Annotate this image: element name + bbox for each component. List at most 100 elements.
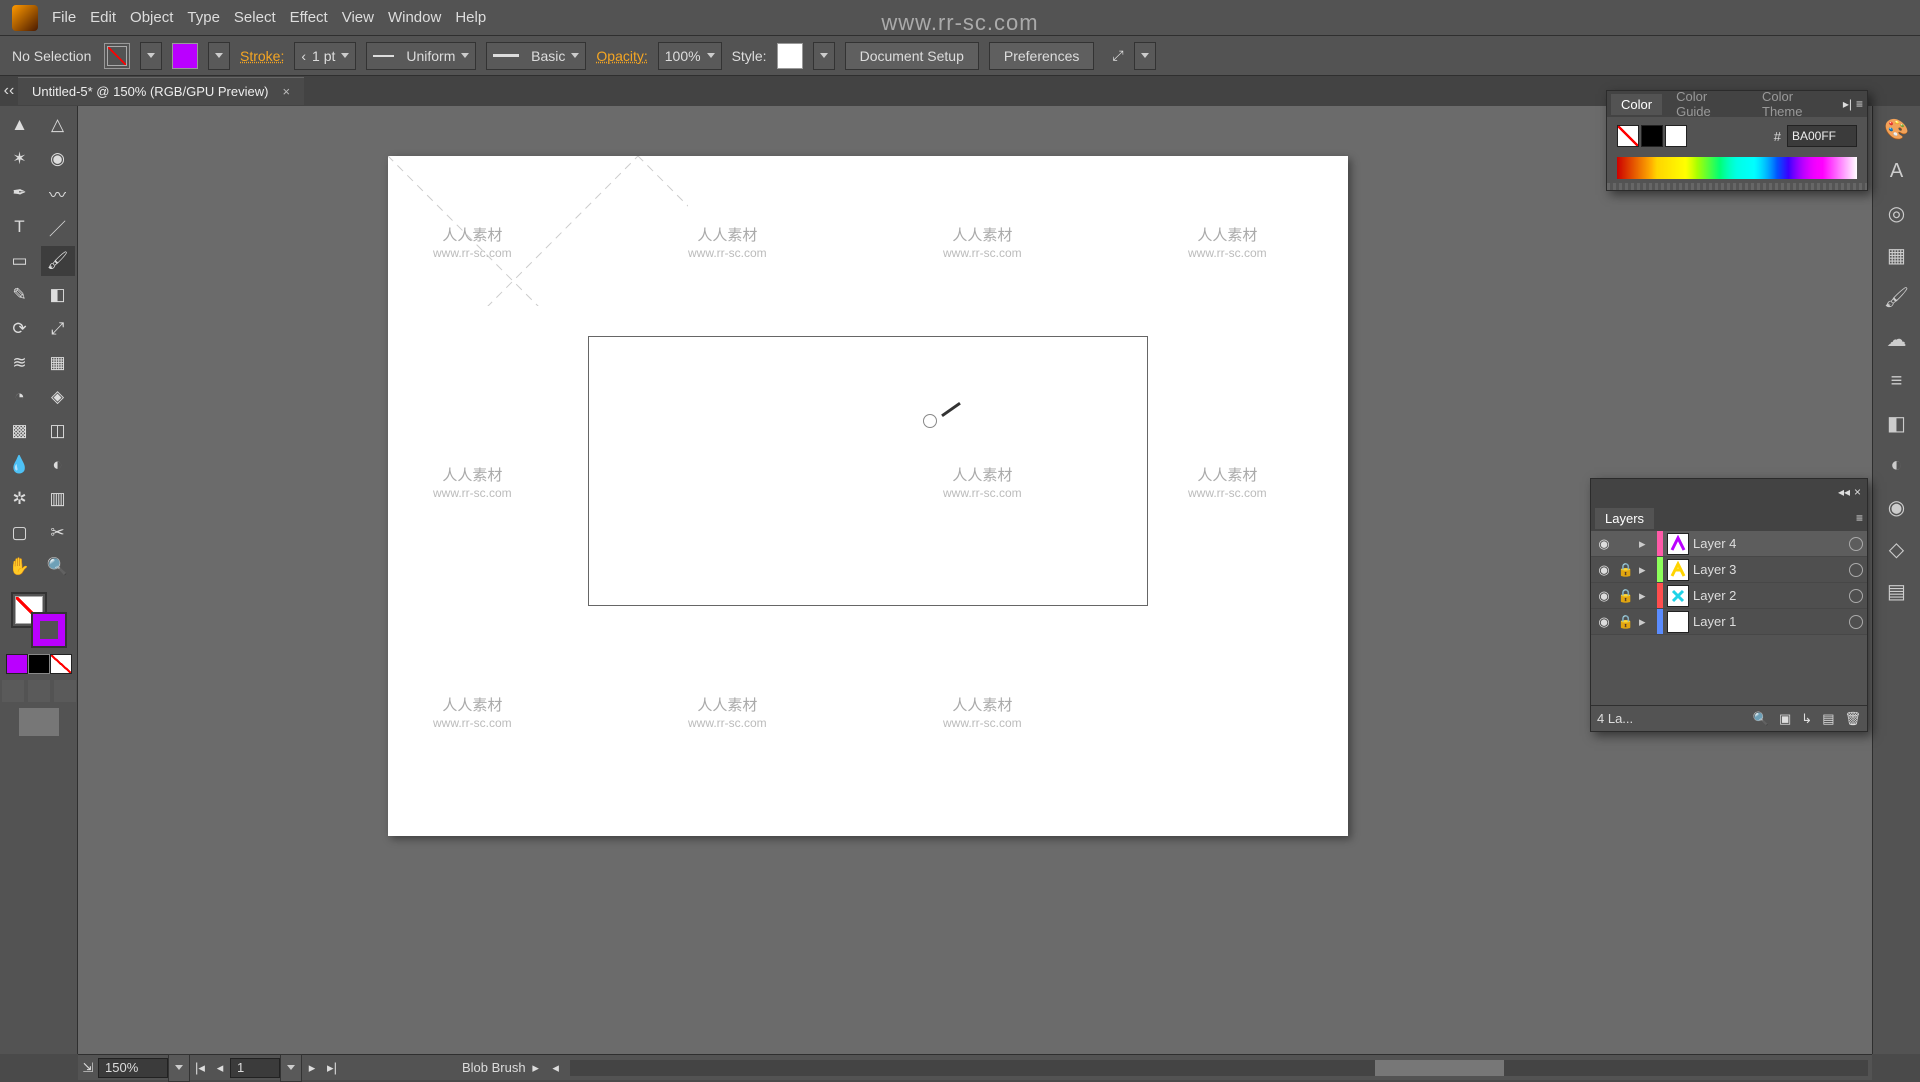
artboard-field[interactable]: 1 (230, 1058, 280, 1078)
target-icon[interactable] (1849, 589, 1863, 603)
zoom-dd[interactable] (168, 1054, 190, 1082)
free-transform-tool[interactable]: ▦ (41, 348, 75, 378)
brush-def-dd[interactable]: Basic (486, 42, 586, 70)
palette-icon[interactable]: 🎨 (1882, 114, 1912, 144)
stroke-weight-stepper[interactable]: ‹ 1 pt (294, 42, 356, 70)
opacity-field[interactable]: 100% (658, 42, 722, 70)
symbol-sprayer-tool[interactable]: ✲ (3, 484, 37, 514)
tab-layers[interactable]: Layers (1595, 508, 1654, 529)
appearance-icon[interactable]: ◉ (1882, 492, 1912, 522)
pen-tool[interactable]: ✒ (3, 178, 37, 208)
pencil-tool[interactable]: ✎ (3, 280, 37, 310)
draw-behind-icon[interactable] (28, 680, 50, 702)
hand-tool[interactable]: ✋ (3, 552, 37, 582)
horizontal-scrollbar[interactable] (570, 1060, 1868, 1076)
layer-name[interactable]: Layer 1 (1693, 614, 1845, 629)
brushes-icon[interactable]: 🖌 (1882, 282, 1912, 312)
new-sublayer-icon[interactable]: ↳ (1801, 711, 1812, 727)
layer-name[interactable]: Layer 2 (1693, 588, 1845, 603)
menu-edit[interactable]: Edit (90, 9, 116, 26)
lock-icon[interactable]: 🔒 (1617, 588, 1635, 604)
panel-collapse-icon[interactable]: ▸| (1843, 97, 1852, 111)
menu-file[interactable]: File (52, 9, 76, 26)
color-mode-swatches[interactable] (6, 654, 72, 674)
scroll-right-icon[interactable]: ◂ (546, 1060, 566, 1076)
paintbrush-tool[interactable]: 🖌 (41, 246, 75, 276)
target-icon[interactable] (1849, 563, 1863, 577)
type-panel-icon[interactable]: A (1882, 156, 1912, 186)
prev-artboard-icon[interactable]: ◂ (210, 1060, 230, 1076)
transparency-icon[interactable]: ◐ (1882, 450, 1912, 480)
artboard-tool[interactable]: ▢ (3, 518, 37, 548)
stroke-dd[interactable] (208, 42, 230, 70)
hex-input[interactable] (1787, 125, 1857, 147)
layer-name[interactable]: Layer 4 (1693, 536, 1845, 551)
visibility-icon[interactable]: ◉ (1595, 614, 1613, 630)
artboard-dd[interactable] (280, 1054, 302, 1082)
stroke-panel-icon[interactable]: ≡ (1882, 366, 1912, 396)
bw-mini-swatch[interactable] (1641, 125, 1663, 147)
target-icon[interactable] (1849, 615, 1863, 629)
app-icon[interactable] (12, 5, 38, 31)
graph-tool[interactable]: ▥ (41, 484, 75, 514)
fill-mini-swatch[interactable] (1617, 125, 1639, 147)
lock-icon[interactable]: 🔒 (1617, 614, 1635, 630)
expand-icon[interactable]: ▸ (1639, 614, 1653, 630)
document-setup-button[interactable]: Document Setup (845, 42, 979, 70)
profile-dd[interactable]: Uniform (366, 42, 476, 70)
scale-tool[interactable]: ⤢ (41, 314, 75, 344)
clip-mask-icon[interactable]: ▣ (1779, 711, 1791, 727)
last-artboard-icon[interactable]: ▸| (322, 1060, 342, 1076)
stroke-indicator[interactable] (31, 612, 67, 648)
layer-row[interactable]: ◉ 🔒 ▸ Layer 3 (1591, 557, 1867, 583)
first-artboard-icon[interactable]: |◂ (190, 1060, 210, 1076)
tab-color-theme[interactable]: Color Theme (1752, 86, 1839, 122)
swatches-icon[interactable]: ▦ (1882, 240, 1912, 270)
layer-row[interactable]: ◉ 🔒 ▸ Layer 2 (1591, 583, 1867, 609)
zoom-field[interactable]: 150% (98, 1058, 168, 1078)
fill-dd[interactable] (140, 42, 162, 70)
menu-view[interactable]: View (342, 9, 374, 26)
rotate-tool[interactable]: ⟳ (3, 314, 37, 344)
visibility-icon[interactable]: ◉ (1595, 588, 1613, 604)
selection-tool[interactable]: ▲ (3, 110, 37, 140)
menu-window[interactable]: Window (388, 9, 441, 26)
slice-tool[interactable]: ✂ (41, 518, 75, 548)
draw-normal-icon[interactable] (2, 680, 24, 702)
scroll-left-icon[interactable]: ▸ (526, 1060, 546, 1076)
next-artboard-icon[interactable]: ▸ (302, 1060, 322, 1076)
direct-selection-tool[interactable]: △ (41, 110, 75, 140)
menu-object[interactable]: Object (130, 9, 173, 26)
style-swatch[interactable] (777, 43, 803, 69)
type-tool[interactable]: T (3, 212, 37, 242)
expand-icon[interactable]: ▸ (1639, 536, 1653, 552)
export-icon[interactable]: ⇲ (78, 1060, 98, 1076)
width-tool[interactable]: ≋ (3, 348, 37, 378)
layer-name[interactable]: Layer 3 (1693, 562, 1845, 577)
lock-icon[interactable]: 🔒 (1617, 562, 1635, 578)
layer-row[interactable]: ◉ 🔒 ▸ Layer 1 (1591, 609, 1867, 635)
blend-tool[interactable]: ◐ (41, 450, 75, 480)
collapse-panels-icon[interactable]: ‹‹ (0, 82, 18, 100)
eyedropper-tool[interactable]: 💧 (3, 450, 37, 480)
align-icon[interactable]: ⤢ (1112, 47, 1123, 64)
opacity-label[interactable]: Opacity: (596, 48, 647, 64)
tab-color[interactable]: Color (1611, 94, 1662, 115)
layers-dock-icon[interactable]: ▤ (1882, 576, 1912, 606)
tab-color-guide[interactable]: Color Guide (1666, 86, 1748, 122)
layers-collapse-icon[interactable]: ◂◂ (1838, 485, 1850, 499)
white-mini-swatch[interactable] (1665, 125, 1687, 147)
menu-effect[interactable]: Effect (290, 9, 328, 26)
mesh-tool[interactable]: ▩ (3, 416, 37, 446)
color-guide-icon[interactable]: ◎ (1882, 198, 1912, 228)
new-layer-icon[interactable]: ▤ (1822, 711, 1834, 727)
stroke-swatch[interactable] (172, 43, 198, 69)
menu-select[interactable]: Select (234, 9, 276, 26)
layers-menu-icon[interactable]: ≡ (1856, 511, 1863, 525)
style-dd[interactable] (813, 42, 835, 70)
eraser-tool[interactable]: ◧ (41, 280, 75, 310)
screen-mode-icon[interactable] (19, 708, 59, 736)
menu-type[interactable]: Type (187, 9, 220, 26)
align-dd[interactable] (1134, 42, 1156, 70)
preferences-button[interactable]: Preferences (989, 42, 1094, 70)
